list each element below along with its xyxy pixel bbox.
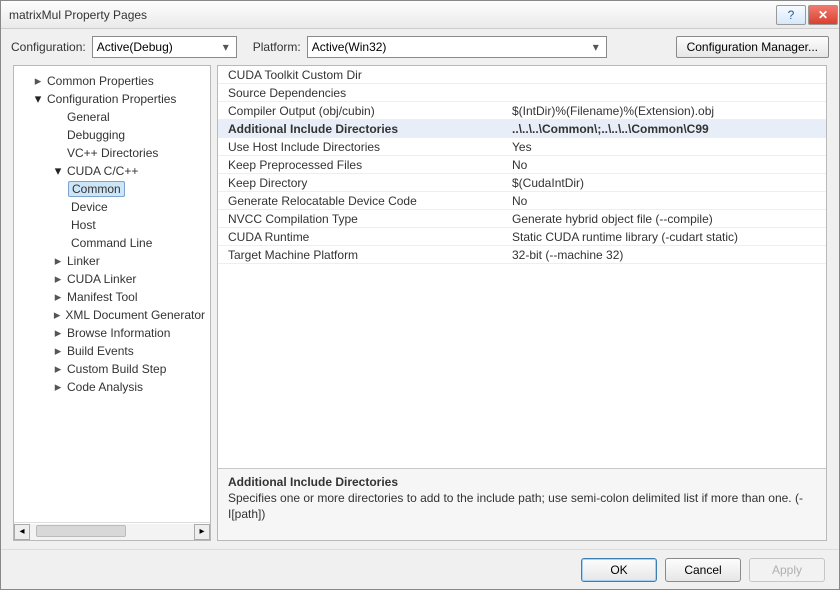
property-row[interactable]: NVCC Compilation TypeGenerate hybrid obj… xyxy=(218,210,826,228)
configuration-combo[interactable]: Active(Debug) ▾ xyxy=(92,36,237,58)
property-name: Generate Relocatable Device Code xyxy=(218,194,508,208)
configuration-label: Configuration: xyxy=(11,40,86,54)
close-icon: ✕ xyxy=(818,8,828,22)
property-grid[interactable]: CUDA Toolkit Custom Dir Source Dependenci… xyxy=(218,66,826,468)
property-name: Source Dependencies xyxy=(218,86,508,100)
content-area: Common Properties Configuration Properti… xyxy=(1,65,839,549)
property-value[interactable]: Yes xyxy=(508,140,826,154)
property-value[interactable]: 32-bit (--machine 32) xyxy=(508,248,826,262)
property-row[interactable]: Keep Directory$(CudaIntDir) xyxy=(218,174,826,192)
property-row[interactable]: Target Machine Platform32-bit (--machine… xyxy=(218,246,826,264)
cancel-button[interactable]: Cancel xyxy=(665,558,741,582)
button-bar: OK Cancel Apply xyxy=(1,549,839,589)
configuration-manager-button[interactable]: Configuration Manager... xyxy=(676,36,829,58)
property-row[interactable]: Generate Relocatable Device CodeNo xyxy=(218,192,826,210)
tree-item-code-analysis[interactable]: Code Analysis xyxy=(16,378,208,396)
property-name: NVCC Compilation Type xyxy=(218,212,508,226)
configuration-value: Active(Debug) xyxy=(97,40,173,54)
tree-item-xml-doc-generator[interactable]: XML Document Generator xyxy=(16,306,208,324)
description-text: Specifies one or more directories to add… xyxy=(228,491,816,522)
property-value[interactable]: No xyxy=(508,158,826,172)
help-button[interactable]: ? xyxy=(776,5,806,25)
platform-label: Platform: xyxy=(253,40,301,54)
scroll-thumb[interactable] xyxy=(36,525,126,537)
titlebar: matrixMul Property Pages ? ✕ xyxy=(1,1,839,29)
tree-item-vcpp-directories[interactable]: VC++ Directories xyxy=(16,144,208,162)
tree-pane: Common Properties Configuration Properti… xyxy=(13,65,211,541)
tree-hscrollbar[interactable]: ◂ ▸ xyxy=(14,522,210,540)
close-button[interactable]: ✕ xyxy=(808,5,838,25)
expand-icon[interactable] xyxy=(52,289,64,305)
property-row[interactable]: Use Host Include DirectoriesYes xyxy=(218,138,826,156)
category-tree[interactable]: Common Properties Configuration Properti… xyxy=(14,66,210,522)
tree-item-general[interactable]: General xyxy=(16,108,208,126)
property-name: Use Host Include Directories xyxy=(218,140,508,154)
property-pages-dialog: matrixMul Property Pages ? ✕ Configurati… xyxy=(0,0,840,590)
scroll-track[interactable] xyxy=(30,524,194,540)
property-row[interactable]: CUDA Toolkit Custom Dir xyxy=(218,66,826,84)
property-row[interactable]: CUDA RuntimeStatic CUDA runtime library … xyxy=(218,228,826,246)
property-value[interactable]: $(CudaIntDir) xyxy=(508,176,826,190)
property-row[interactable]: Compiler Output (obj/cubin)$(IntDir)%(Fi… xyxy=(218,102,826,120)
property-name: CUDA Toolkit Custom Dir xyxy=(218,68,508,82)
property-name: Additional Include Directories xyxy=(218,122,508,136)
collapse-icon[interactable] xyxy=(32,91,44,107)
expand-icon[interactable] xyxy=(52,271,64,287)
property-name: Keep Preprocessed Files xyxy=(218,158,508,172)
help-icon: ? xyxy=(788,8,795,22)
property-row[interactable]: Additional Include Directories..\..\..\C… xyxy=(218,120,826,138)
description-pane: Additional Include Directories Specifies… xyxy=(218,468,826,540)
scroll-right-button[interactable]: ▸ xyxy=(194,524,210,540)
tree-item-host[interactable]: Host xyxy=(16,216,208,234)
scroll-left-button[interactable]: ◂ xyxy=(14,524,30,540)
platform-value: Active(Win32) xyxy=(312,40,387,54)
config-toolbar: Configuration: Active(Debug) ▾ Platform:… xyxy=(1,29,839,65)
tree-item-common-properties[interactable]: Common Properties xyxy=(16,72,208,90)
expand-icon[interactable] xyxy=(52,253,64,269)
property-pane: CUDA Toolkit Custom Dir Source Dependenci… xyxy=(217,65,827,541)
tree-item-browse-information[interactable]: Browse Information xyxy=(16,324,208,342)
property-name: CUDA Runtime xyxy=(218,230,508,244)
expand-icon[interactable] xyxy=(52,325,64,341)
tree-item-cuda-linker[interactable]: CUDA Linker xyxy=(16,270,208,288)
property-row[interactable]: Source Dependencies xyxy=(218,84,826,102)
tree-item-custom-build-step[interactable]: Custom Build Step xyxy=(16,360,208,378)
expand-icon[interactable] xyxy=(32,73,44,89)
expand-icon[interactable] xyxy=(52,379,64,395)
tree-item-linker[interactable]: Linker xyxy=(16,252,208,270)
property-name: Keep Directory xyxy=(218,176,508,190)
chevron-down-icon: ▾ xyxy=(218,39,234,55)
expand-icon[interactable] xyxy=(52,343,64,359)
property-row[interactable]: Keep Preprocessed FilesNo xyxy=(218,156,826,174)
chevron-down-icon: ▾ xyxy=(588,39,604,55)
property-name: Compiler Output (obj/cubin) xyxy=(218,104,508,118)
property-value[interactable]: Static CUDA runtime library (-cudart sta… xyxy=(508,230,826,244)
collapse-icon[interactable] xyxy=(52,163,64,179)
tree-item-command-line[interactable]: Command Line xyxy=(16,234,208,252)
tree-item-device[interactable]: Device xyxy=(16,198,208,216)
property-value[interactable]: ..\..\..\Common\;..\..\..\Common\C99 xyxy=(508,122,826,136)
property-value[interactable]: $(IntDir)%(Filename)%(Extension).obj xyxy=(508,104,826,118)
expand-icon[interactable] xyxy=(52,307,62,323)
tree-item-debugging[interactable]: Debugging xyxy=(16,126,208,144)
property-name: Target Machine Platform xyxy=(218,248,508,262)
tree-item-build-events[interactable]: Build Events xyxy=(16,342,208,360)
tree-item-manifest-tool[interactable]: Manifest Tool xyxy=(16,288,208,306)
tree-item-cuda-cpp[interactable]: CUDA C/C++ xyxy=(16,162,208,180)
expand-icon[interactable] xyxy=(52,361,64,377)
description-title: Additional Include Directories xyxy=(228,475,816,489)
ok-button[interactable]: OK xyxy=(581,558,657,582)
tree-item-configuration-properties[interactable]: Configuration Properties xyxy=(16,90,208,108)
property-value[interactable]: Generate hybrid object file (--compile) xyxy=(508,212,826,226)
tree-item-common[interactable]: Common xyxy=(16,180,208,198)
platform-combo[interactable]: Active(Win32) ▾ xyxy=(307,36,607,58)
property-value[interactable]: No xyxy=(508,194,826,208)
window-title: matrixMul Property Pages xyxy=(9,8,775,22)
apply-button: Apply xyxy=(749,558,825,582)
